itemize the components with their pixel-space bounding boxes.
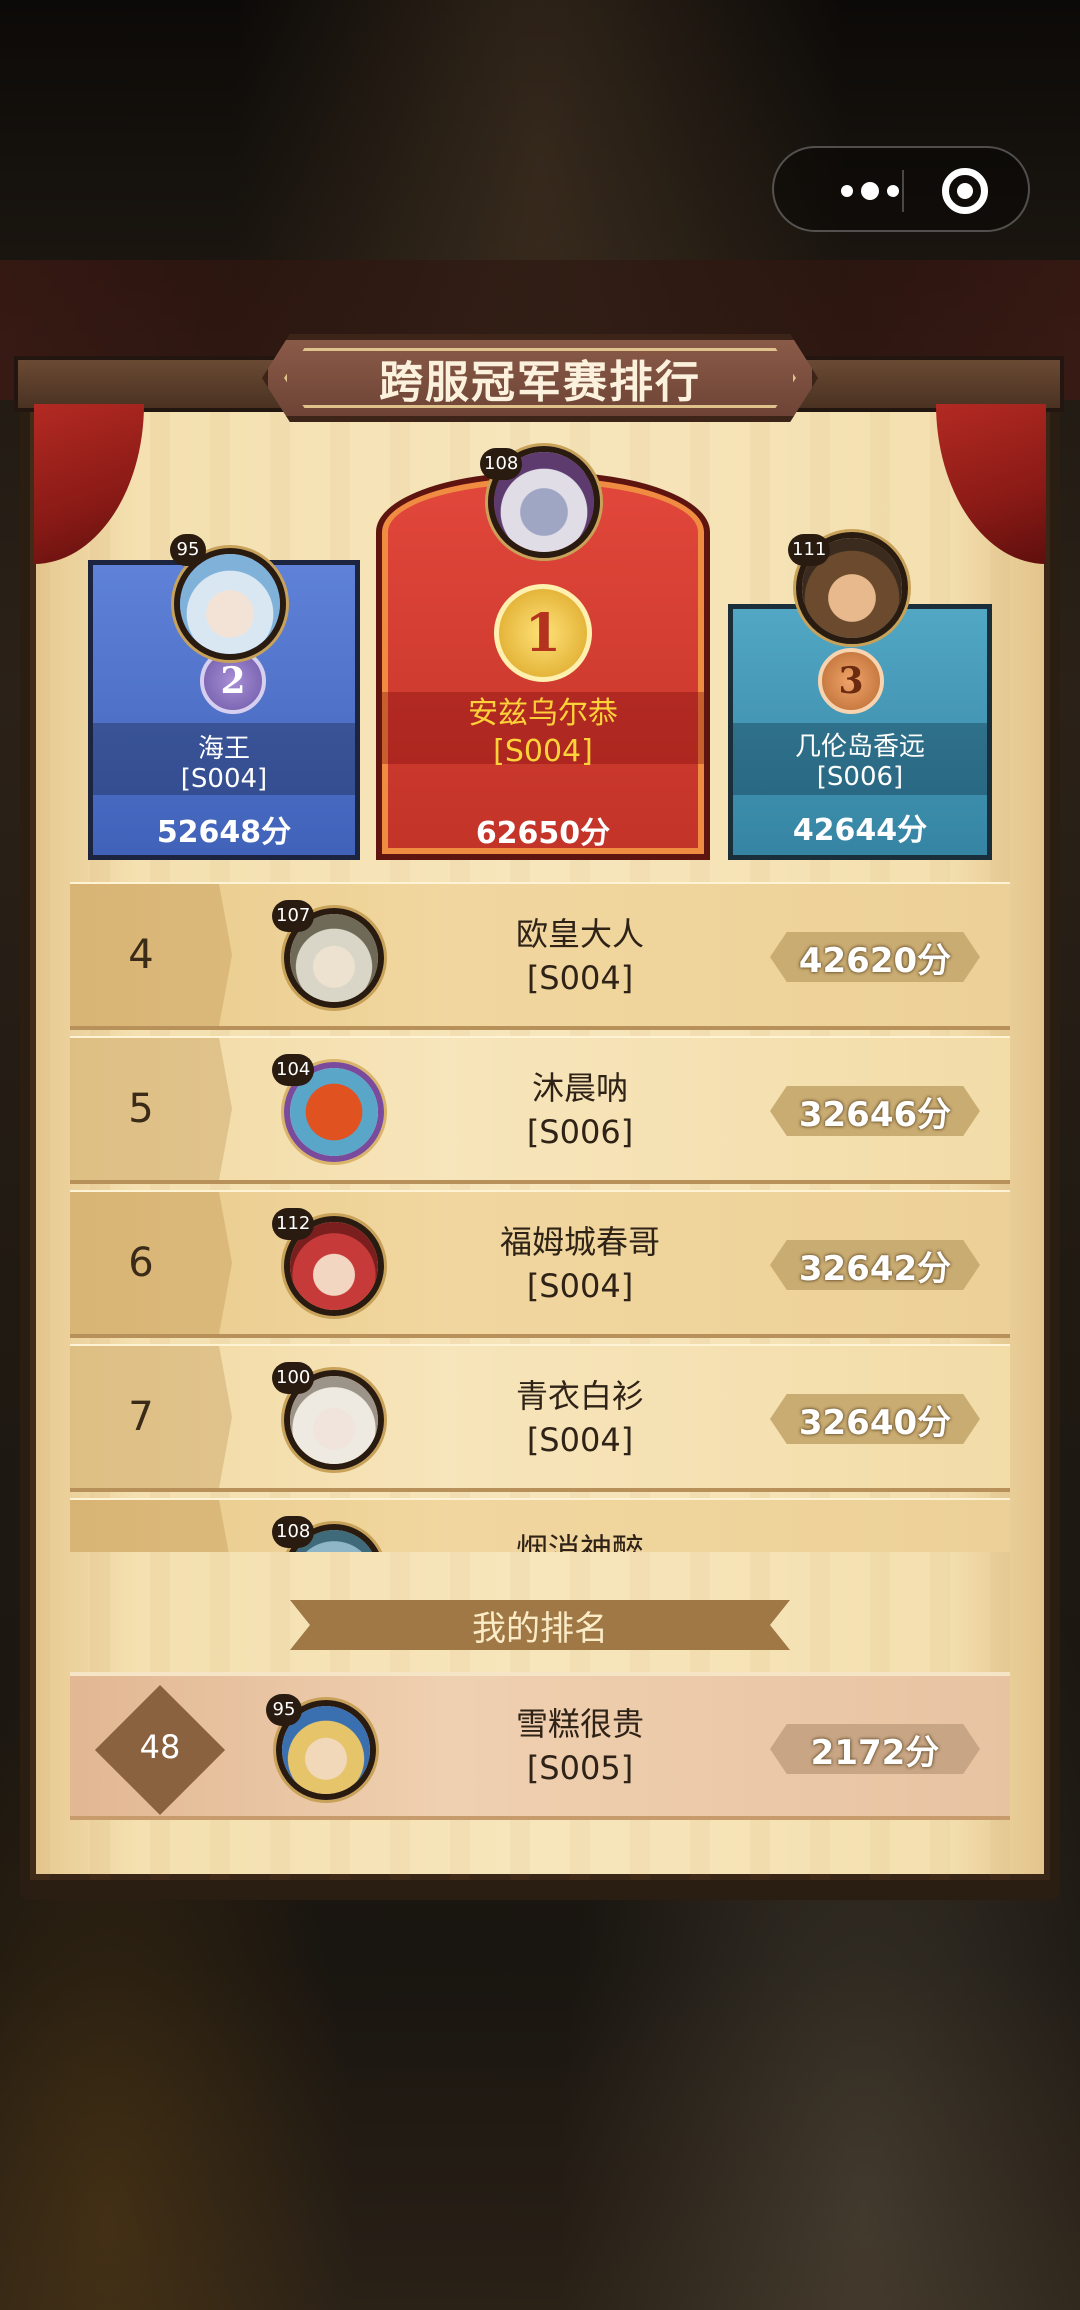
podium-second-level: 95 xyxy=(170,534,206,566)
podium-first-score: 62650分 xyxy=(475,816,611,851)
player-score: 42620分 xyxy=(770,932,980,982)
my-rank-label: 我的排名 xyxy=(472,1608,608,1649)
gold-medal-icon: 1 xyxy=(494,584,592,682)
more-dots-icon[interactable] xyxy=(810,178,930,204)
ranking-row[interactable]: 4 107 欧皇大人 [S004] 42620分 xyxy=(70,882,1010,1030)
ranking-row[interactable]: 5 104 沐晨呐 [S006] 32646分 xyxy=(70,1036,1010,1184)
my-name: 雪糕很贵 xyxy=(515,1705,644,1743)
rank-number xyxy=(70,1500,232,1552)
player-server: [S006] xyxy=(526,1113,634,1151)
my-rank-number: 48 xyxy=(139,1728,181,1766)
podium-third-score: 42644分 xyxy=(792,813,928,848)
my-rank-ribbon: 我的排名 xyxy=(290,1600,790,1650)
bronze-medal-icon: 3 xyxy=(818,648,884,714)
podium-second-server: [S004] xyxy=(180,764,268,794)
ranking-row[interactable]: 6 112 福姆城春哥 [S004] 32642分 xyxy=(70,1190,1010,1338)
player-name: 福姆城春哥 xyxy=(499,1223,660,1261)
podium-third-level: 111 xyxy=(788,534,831,566)
player-name: 青衣白衫 xyxy=(515,1377,644,1415)
player-level: 104 xyxy=(272,1054,315,1086)
podium-second-score: 52648分 xyxy=(156,815,292,850)
rank-number: 4 xyxy=(70,884,232,1026)
ranking-row[interactable]: 7 100 青衣白衫 [S004] 32640分 xyxy=(70,1344,1010,1492)
my-score: 2172分 xyxy=(770,1724,980,1774)
my-rank-row[interactable]: 48 95 雪糕很贵 [S005] 2172分 xyxy=(70,1672,1010,1820)
rank-number: 5 xyxy=(70,1038,232,1180)
player-name: 欧皇大人 xyxy=(515,915,644,953)
podium-first-level: 108 xyxy=(480,448,523,480)
podium-first-name: 安兹乌尔恭 xyxy=(468,696,618,731)
player-level: 108 xyxy=(272,1516,315,1548)
rank-number: 7 xyxy=(70,1346,232,1488)
podium-third-name: 几伦岛香远 xyxy=(794,732,925,762)
target-circle-icon[interactable] xyxy=(942,168,988,214)
page-title: 跨服冠军赛排行 xyxy=(379,357,701,408)
podium-first-server: [S004] xyxy=(493,734,593,769)
player-name: 沐晨呐 xyxy=(531,1069,628,1107)
podium-third-server: [S006] xyxy=(816,762,904,792)
my-server: [S005] xyxy=(526,1749,634,1787)
ranking-row[interactable]: 108 烟消神醉 xyxy=(70,1498,1010,1552)
player-score: 32640分 xyxy=(770,1394,980,1444)
rank-number: 6 xyxy=(70,1192,232,1334)
player-name: 烟消神醉 xyxy=(515,1531,644,1552)
title-banner: 跨服冠军赛排行 xyxy=(262,334,818,422)
player-server: [S004] xyxy=(526,1421,634,1459)
player-server: [S004] xyxy=(526,959,634,997)
capsule-divider xyxy=(902,170,904,212)
podium-second-name: 海王 xyxy=(197,734,250,764)
player-score: 32642分 xyxy=(770,1240,980,1290)
player-server: [S004] xyxy=(526,1267,634,1305)
player-level: 112 xyxy=(272,1208,315,1240)
my-level: 95 xyxy=(266,1694,302,1726)
player-score: 32646分 xyxy=(770,1086,980,1136)
player-level: 100 xyxy=(272,1362,315,1394)
player-level: 107 xyxy=(272,900,315,932)
ranking-list[interactable]: 4 107 欧皇大人 [S004] 42620分 5 104 沐晨呐 [S006… xyxy=(70,882,1010,1552)
miniprogram-capsule xyxy=(772,146,1030,232)
